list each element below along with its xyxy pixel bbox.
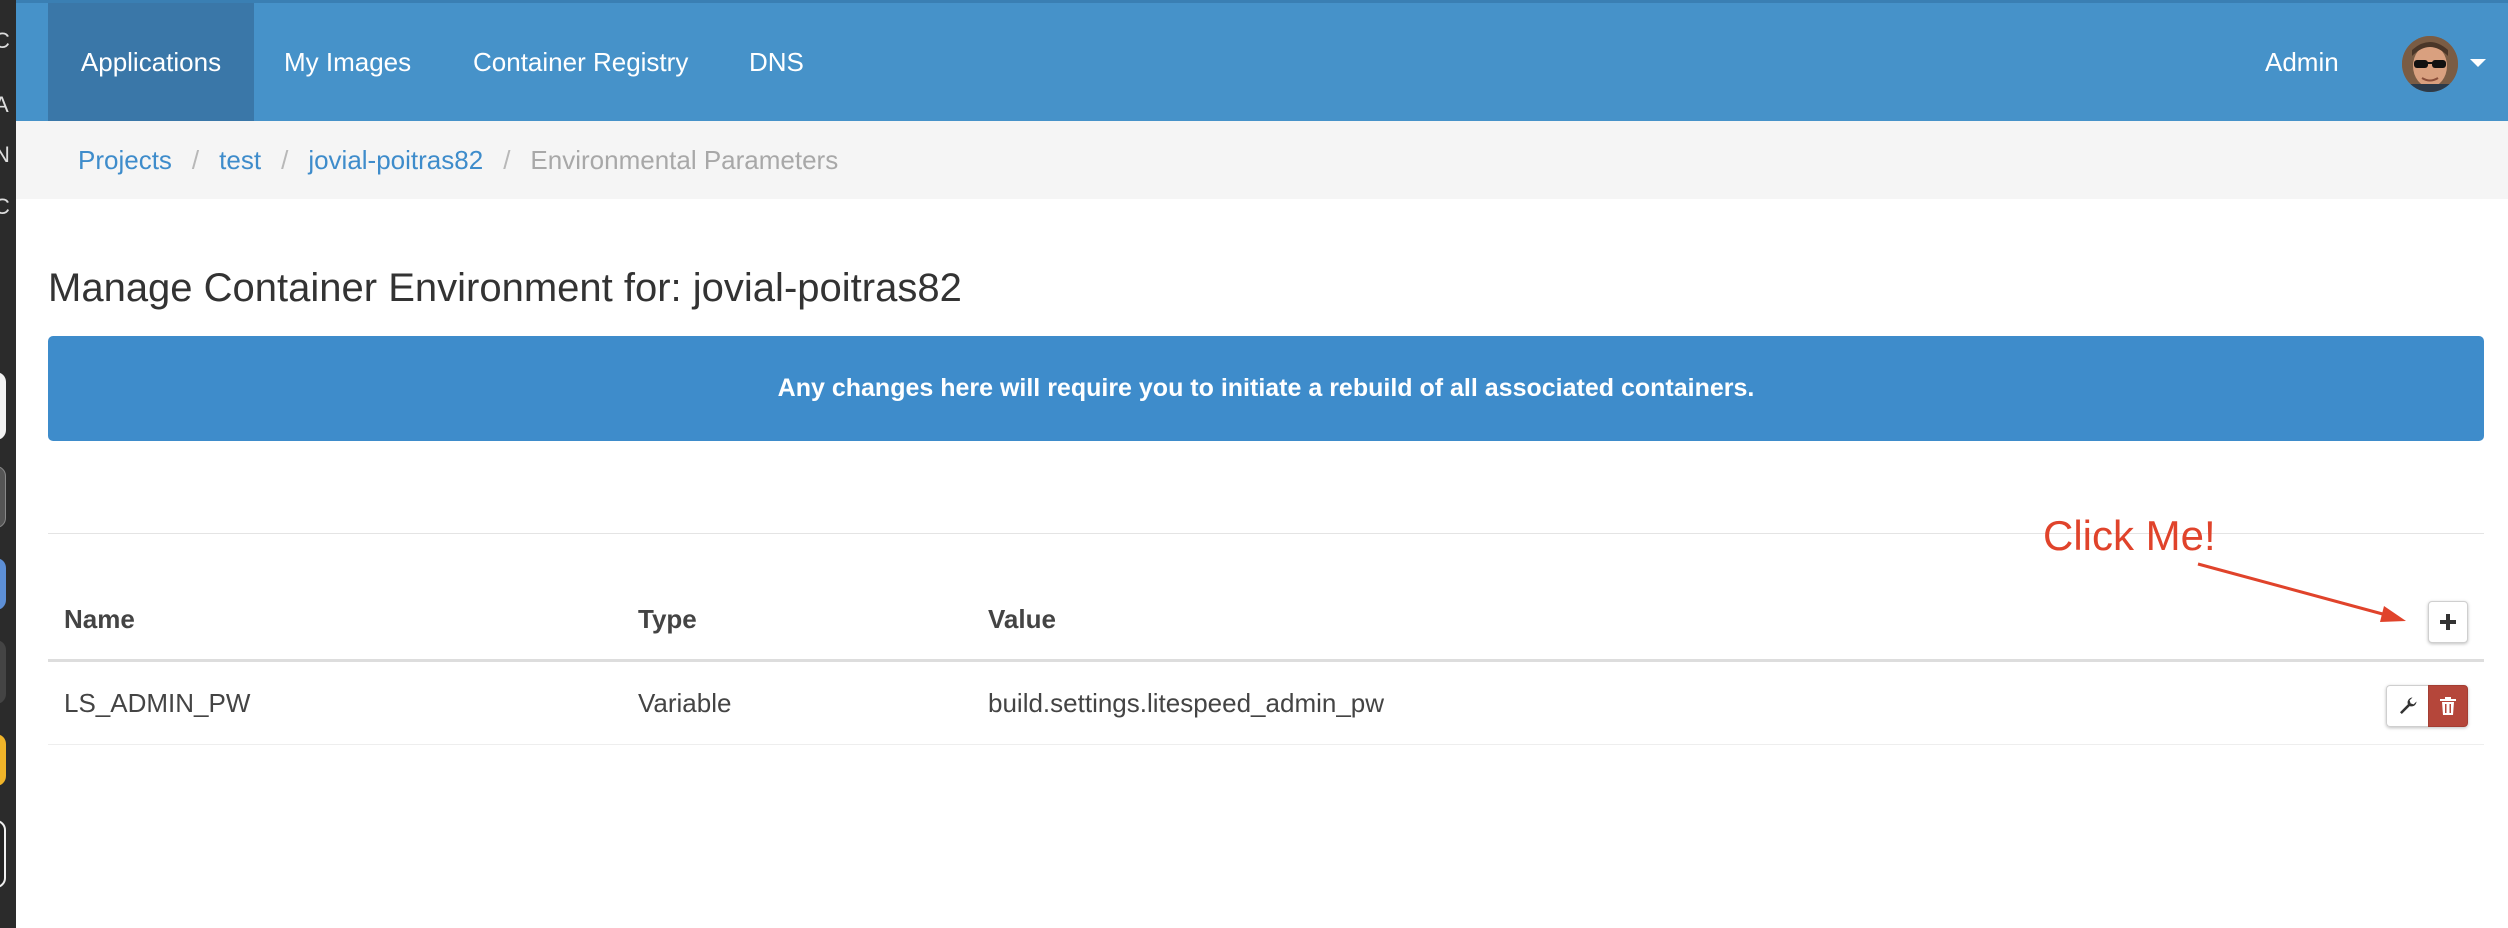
edit-variable-button[interactable] [2386, 685, 2428, 727]
column-header-name: Name [64, 604, 135, 634]
chevron-down-icon[interactable] [2470, 59, 2486, 67]
nav-my-images[interactable]: My Images [284, 3, 411, 121]
breadcrumb: Projects / test / jovial-poitras82 / Env… [78, 121, 838, 199]
table-row-line [48, 744, 2484, 745]
background-letter: N [0, 142, 10, 167]
cell-type: Variable [638, 688, 732, 718]
background-widget [0, 372, 6, 440]
nav-dns[interactable]: DNS [749, 3, 804, 121]
top-navbar: Applications My Images Container Registr… [16, 0, 2508, 121]
row-actions [2386, 685, 2468, 727]
breadcrumb-projects[interactable]: Projects [78, 145, 172, 176]
plus-icon [2440, 614, 2456, 630]
nav-applications[interactable]: Applications [48, 3, 254, 121]
background-window-edge: C A N C [0, 0, 16, 928]
cell-value: build.settings.litespeed_admin_pw [988, 688, 1385, 718]
background-widget [0, 466, 6, 528]
delete-variable-button[interactable] [2428, 685, 2468, 727]
background-widget [0, 558, 6, 610]
page-title: Manage Container Environment for: jovial… [48, 266, 962, 310]
column-header-type: Type [638, 604, 697, 634]
background-letter: C [0, 194, 10, 219]
wrench-icon [2399, 697, 2416, 714]
nav-container-registry[interactable]: Container Registry [473, 3, 688, 121]
breadcrumb-test[interactable]: test [219, 145, 261, 176]
background-widget [0, 820, 6, 888]
column-header-value: Value [988, 604, 1056, 634]
table-header-line [48, 659, 2484, 662]
avatar-image [2402, 36, 2458, 92]
breadcrumb-separator: / [191, 144, 200, 175]
trash-icon [2440, 697, 2456, 715]
breadcrumb-bar: Projects / test / jovial-poitras82 / Env… [16, 121, 2508, 199]
background-letter: C [0, 28, 10, 53]
breadcrumb-separator: / [503, 144, 511, 175]
info-alert: Any changes here will require you to ini… [48, 336, 2484, 441]
alert-text: Any changes here will require you to ini… [777, 374, 1755, 402]
nav-admin[interactable]: Admin [2265, 3, 2339, 121]
breadcrumb-current: Environmental Parameters [530, 144, 839, 175]
background-widget [0, 734, 6, 786]
breadcrumb-container[interactable]: jovial-poitras82 [308, 145, 483, 176]
annotation-arrow-icon [2197, 562, 2406, 622]
user-avatar[interactable] [2402, 36, 2458, 92]
breadcrumb-separator: / [281, 144, 289, 175]
cell-name: LS_ADMIN_PW [64, 688, 251, 718]
background-letter: A [0, 92, 9, 117]
click-me-annotation: Click Me! [2043, 512, 2216, 559]
add-variable-button[interactable] [2428, 601, 2468, 643]
background-widget [0, 640, 6, 704]
